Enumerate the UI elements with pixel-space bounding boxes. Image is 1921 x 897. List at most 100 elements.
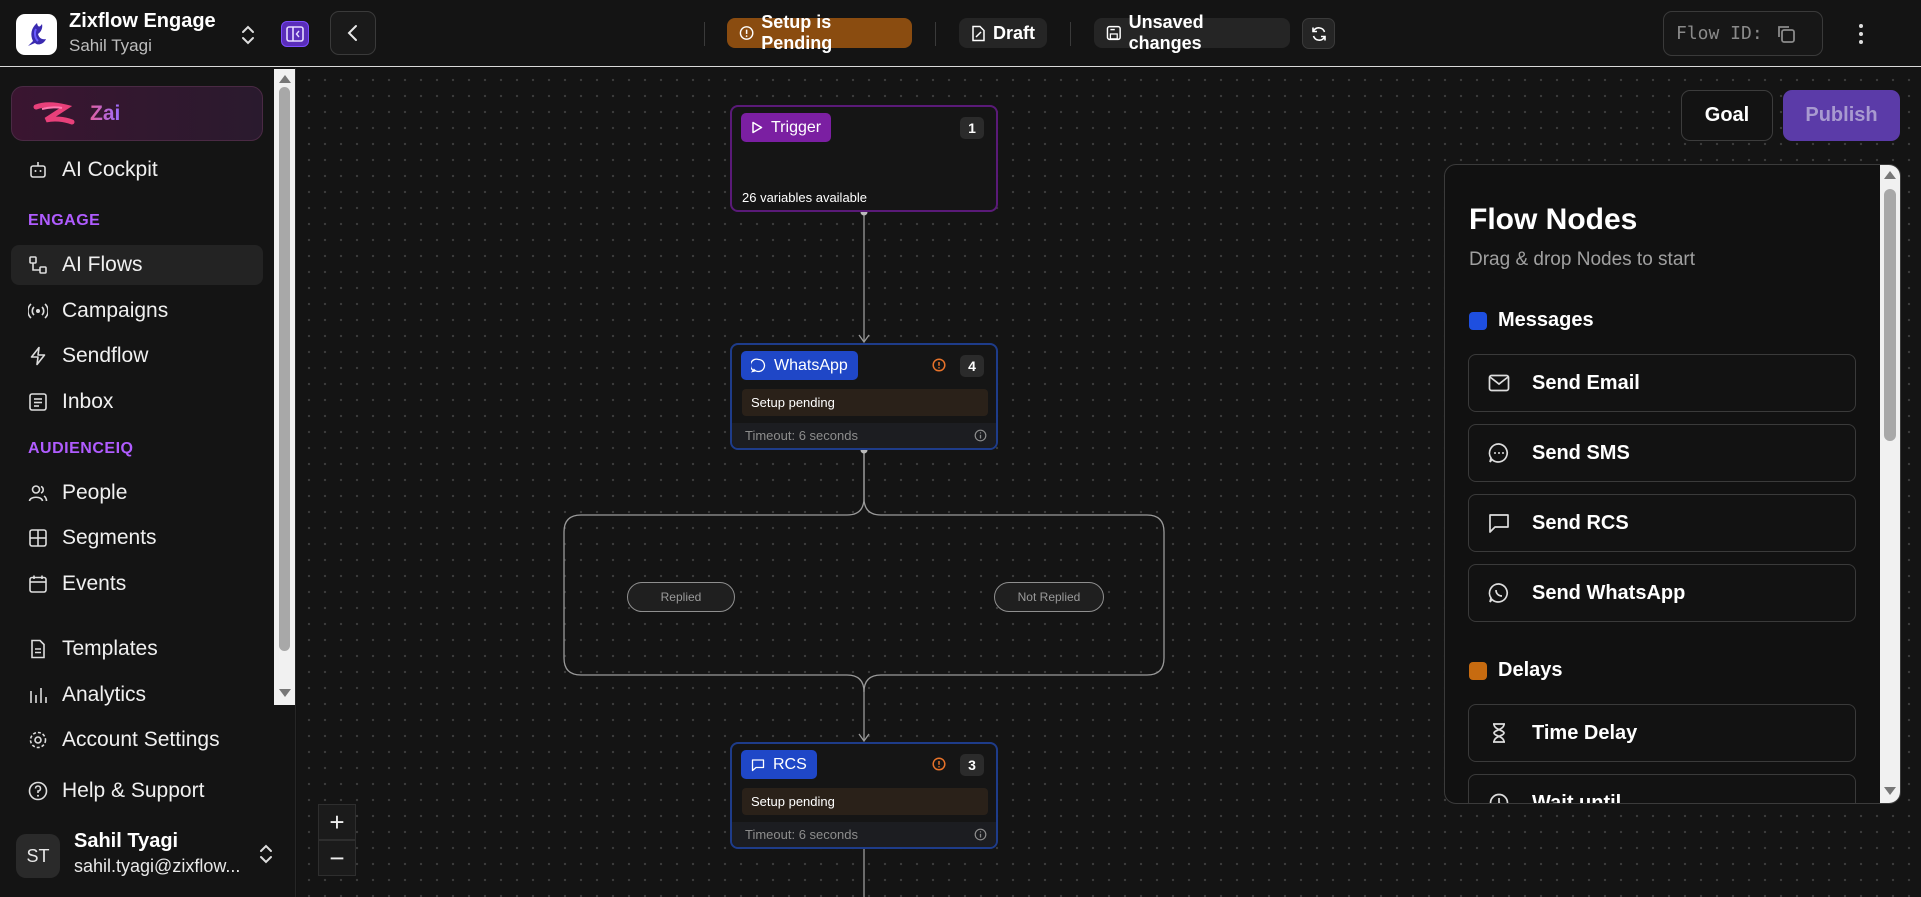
hourglass-icon [1493,723,1505,743]
copy-icon [1777,25,1795,43]
flow-nodes-panel: Flow Nodes Drag & drop Nodes to start Me… [1444,164,1901,804]
sidebar-item-account-settings[interactable]: Account Settings [11,720,263,760]
chevron-left-icon [347,25,357,41]
top-bar: Zixflow Engage Sahil Tyagi Setup is Pend… [0,0,1921,67]
back-button[interactable] [330,11,376,55]
more-options-icon[interactable] [1850,20,1872,48]
sidebar-item-label: Templates [62,637,158,660]
zoom-out-button[interactable]: − [318,840,356,876]
section-engage: ENGAGE [28,212,101,229]
node-tile-send-rcs[interactable]: Send RCS [1468,494,1856,552]
trigger-node[interactable]: Trigger 1 26 variables available [730,105,998,212]
lightning-icon [30,346,46,366]
sidebar-item-sendflow[interactable]: Sendflow [11,336,263,376]
tile-label: Send WhatsApp [1532,581,1686,604]
warning-icon [932,757,946,771]
play-icon [752,121,763,134]
sidebar-item-label: Segments [62,526,157,549]
whatsapp-icon [751,358,766,373]
node-count-badge: 1 [960,117,984,139]
sidebar-item-help-support[interactable]: Help & Support [11,771,263,811]
goal-button[interactable]: Goal [1681,90,1773,141]
zoom-in-button[interactable]: + [318,804,356,840]
sidebar-item-ai-flows[interactable]: AI Flows [11,245,263,285]
section-audienceiq: AUDIENCEIQ [28,440,134,457]
sidebar-item-inbox[interactable]: Inbox [11,382,263,422]
branch-replied-label[interactable]: Replied [627,582,735,612]
category-label: Delays [1498,659,1563,681]
scroll-up-icon[interactable] [1884,171,1896,179]
panel-scrollbar[interactable] [1880,165,1900,803]
sidebar-item-label: People [62,481,128,504]
info-icon[interactable] [974,429,987,442]
message-square-icon [1489,514,1509,533]
timeout-footer: Timeout: 6 seconds [732,423,996,448]
panel-subtitle: Drag & drop Nodes to start [1469,249,1695,270]
whatsapp-node[interactable]: WhatsApp 4 Setup pending Timeout: 6 seco… [730,343,998,450]
publish-button[interactable]: Publish [1783,90,1900,141]
app-title: Zixflow Engage [69,10,216,32]
sidebar-item-templates[interactable]: Templates [11,629,263,669]
sidebar-item-analytics[interactable]: Analytics [11,675,263,715]
clock-icon [1489,793,1509,803]
divider [1070,22,1071,46]
category-label: Messages [1498,309,1594,331]
scrollbar-thumb[interactable] [1884,189,1896,441]
workspace-switch-icon[interactable] [238,23,258,47]
divider [704,22,705,46]
chat-bubble-icon [1488,443,1508,463]
sidebar-item-ai-cockpit[interactable]: AI Cockpit [11,150,263,190]
avatar: ST [16,834,60,878]
user-name: Sahil Tyagi [74,830,179,852]
zoom-controls: + − [318,804,356,876]
node-tile-time-delay[interactable]: Time Delay [1468,704,1856,762]
branch-not-replied-label[interactable]: Not Replied [994,582,1104,612]
flow-id-field[interactable]: Flow ID: [1663,11,1823,56]
tile-label: Send Email [1532,371,1640,394]
sidebar-item-label: Help & Support [62,779,205,802]
node-tile-wait-until[interactable]: Wait until [1468,774,1856,803]
sidebar-toggle-button[interactable] [281,21,309,47]
grid-icon [29,529,47,547]
scrollbar-thumb[interactable] [279,87,290,651]
category-delays: Delays [1469,659,1563,682]
user-menu[interactable]: ST Sahil Tyagi sahil.tyagi@zixflow... [16,828,286,884]
refresh-button[interactable] [1302,18,1335,49]
scroll-up-icon[interactable] [279,75,291,83]
sidebar-item-events[interactable]: Events [11,564,263,604]
node-tile-send-whatsapp[interactable]: Send WhatsApp [1468,564,1856,622]
draft-label: Draft [992,22,1035,43]
tile-label: Send RCS [1532,511,1629,534]
scroll-down-icon[interactable] [279,689,291,697]
node-tile-send-sms[interactable]: Send SMS [1468,424,1856,482]
sidebar-item-campaigns[interactable]: Campaigns [11,291,263,331]
scroll-down-icon[interactable] [1884,787,1896,795]
inbox-icon [29,393,47,411]
bar-chart-icon [30,688,47,703]
category-messages: Messages [1469,309,1594,332]
sidebar-item-segments[interactable]: Segments [11,518,263,558]
alert-circle-icon [739,26,754,40]
panel-title: Flow Nodes [1469,203,1638,236]
variables-info: 26 variables available [742,190,868,205]
setup-pending-badge[interactable]: Setup is Pending [727,12,912,53]
sidebar-scrollbar[interactable] [274,69,295,705]
delays-color-swatch [1469,661,1487,680]
setup-pending-label: Setup is Pending [761,12,833,53]
rcs-node[interactable]: RCS 3 Setup pending Timeout: 6 seconds [730,742,998,849]
setup-status: Setup pending [742,788,988,815]
sidebar-item-people[interactable]: People [11,473,263,513]
workspace-user: Sahil Tyagi [69,36,152,55]
zai-button[interactable]: Zai [11,86,263,141]
save-icon [1106,25,1121,41]
whatsapp-label: WhatsApp [774,356,848,374]
trigger-label: Trigger [771,118,822,136]
document-icon [31,639,45,659]
info-icon[interactable] [974,828,987,841]
tile-label: Time Delay [1532,721,1638,744]
node-count-badge: 3 [960,754,984,776]
setup-status: Setup pending [742,389,988,416]
robot-icon [30,162,46,178]
unsaved-changes-button[interactable]: Unsaved changes [1094,12,1290,53]
node-tile-send-email[interactable]: Send Email [1468,354,1856,412]
